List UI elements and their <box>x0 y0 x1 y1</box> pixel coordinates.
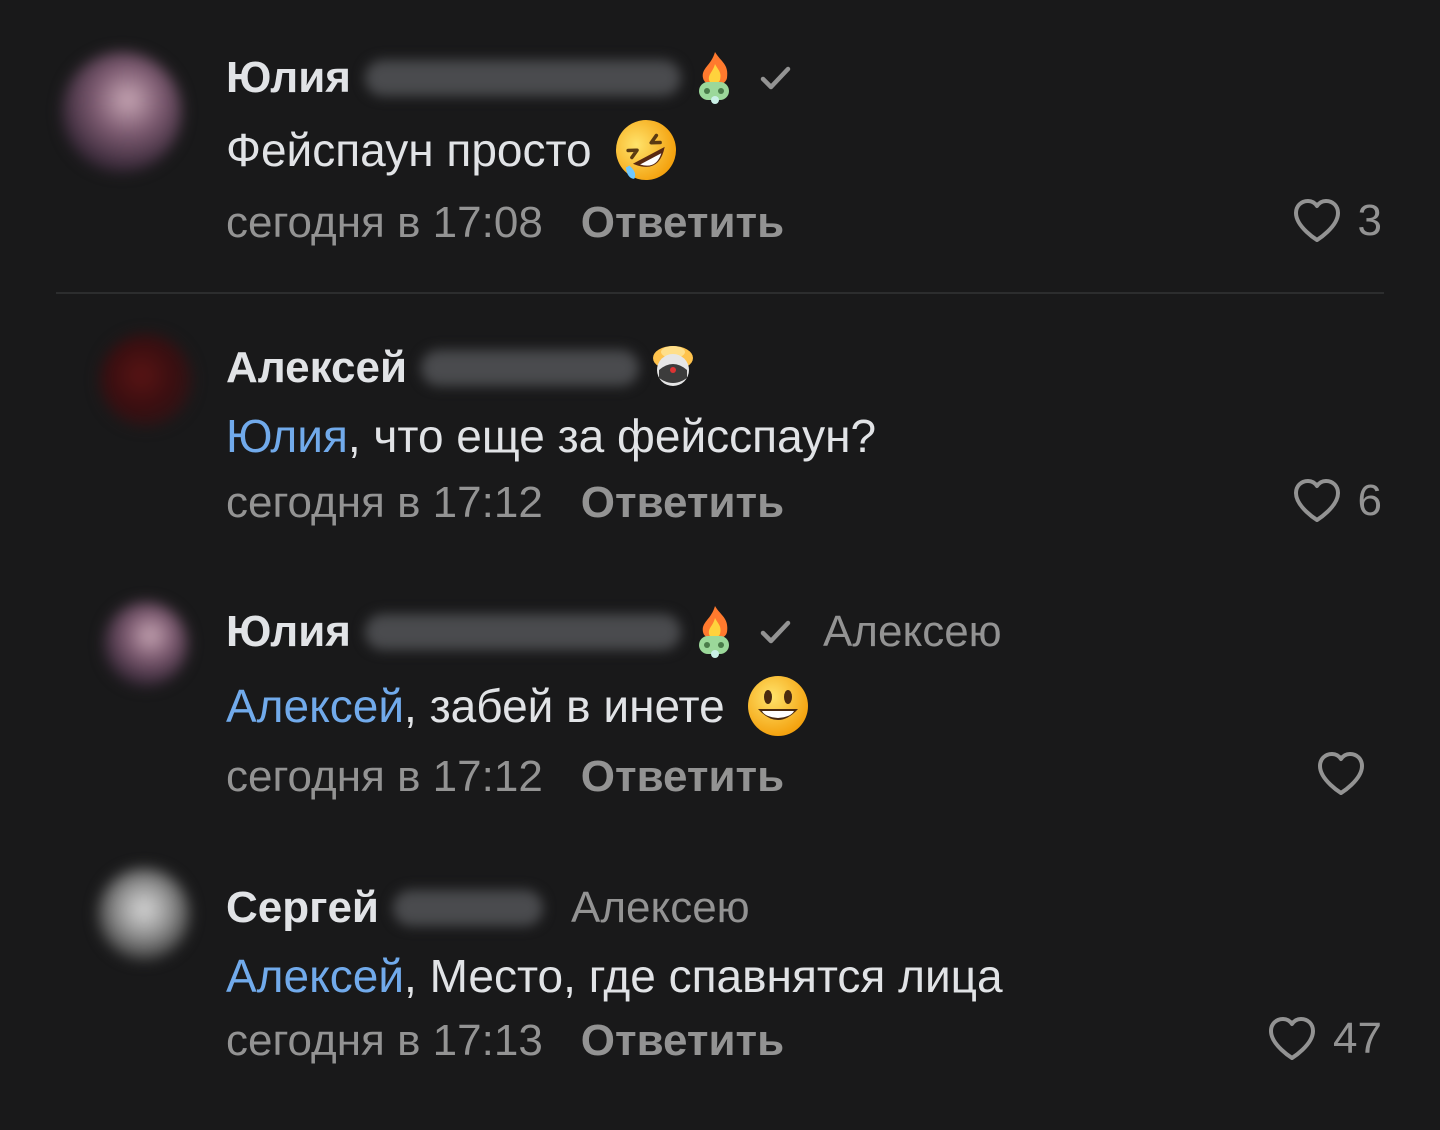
reply-button[interactable]: Ответить <box>581 478 784 527</box>
like-count: 6 <box>1357 476 1382 525</box>
like-button[interactable] <box>1316 750 1382 798</box>
comment-body: , что еще за фейсспаун? <box>347 410 877 462</box>
author-surname-blurred <box>392 890 543 926</box>
avatar[interactable] <box>98 868 190 960</box>
avatar[interactable] <box>100 334 192 426</box>
rolling-on-floor-laughing-icon <box>615 120 676 180</box>
like-button[interactable]: 47 <box>1267 1014 1382 1064</box>
comment-meta: сегодня в 17:12 Ответить <box>226 752 784 802</box>
comment-meta: сегодня в 17:13 Ответить <box>226 1016 784 1066</box>
comment-body: , Место, где спавнятся лица <box>404 950 1003 1002</box>
fire-controller-badge-icon <box>698 52 729 104</box>
grinning-face-icon <box>747 676 808 736</box>
mention-link[interactable]: Алексей <box>226 949 404 1003</box>
reply-button[interactable]: Ответить <box>581 1016 784 1065</box>
like-button[interactable]: 3 <box>1292 196 1382 246</box>
comment-time: сегодня в 17:12 <box>226 478 543 527</box>
avatar[interactable] <box>104 602 188 686</box>
reply-to-label[interactable]: Алексею <box>823 607 1002 657</box>
author-surname-blurred <box>364 614 681 650</box>
name-row: Алексей <box>226 338 701 398</box>
comment-text: Фейспаун просто <box>226 118 680 182</box>
reply-button[interactable]: Ответить <box>581 198 784 247</box>
author-surname-blurred <box>364 60 681 96</box>
heart-outline-icon <box>1293 479 1340 522</box>
author-name[interactable]: Юлия <box>226 53 351 103</box>
reply-button[interactable]: Ответить <box>581 752 784 801</box>
heart-outline-icon <box>1269 1017 1316 1060</box>
fire-controller-badge-icon <box>698 606 729 658</box>
author-name[interactable]: Сергей <box>226 883 379 933</box>
reply-to-label[interactable]: Алексею <box>571 883 750 933</box>
comment-meta: сегодня в 17:08 Ответить <box>226 198 784 248</box>
name-row: Юлия Алексею <box>226 602 1002 662</box>
comment-text: Алексей, забей в инете <box>226 672 811 740</box>
author-name[interactable]: Юлия <box>226 607 351 657</box>
like-button[interactable]: 6 <box>1292 476 1382 526</box>
like-count: 47 <box>1333 1014 1382 1063</box>
like-count: 3 <box>1357 196 1382 245</box>
checkmark-icon <box>760 620 791 644</box>
avatar[interactable] <box>62 52 182 172</box>
heart-outline-icon <box>1318 752 1364 795</box>
comment-time: сегодня в 17:13 <box>226 1016 543 1065</box>
checkmark-icon <box>760 66 791 90</box>
author-name[interactable]: Алексей <box>226 343 407 393</box>
comment-time: сегодня в 17:08 <box>226 198 543 247</box>
comment-body: , забей в инете <box>404 680 725 732</box>
heart-outline-icon <box>1293 199 1340 242</box>
helmet-badge-icon <box>653 346 694 386</box>
name-row: Юлия <box>226 48 795 108</box>
divider <box>56 292 1384 294</box>
comment-meta: сегодня в 17:12 Ответить <box>226 478 784 528</box>
mention-link[interactable]: Юлия <box>226 409 348 463</box>
comment-text: Алексей, Место, где спавнятся лица <box>226 944 1003 1008</box>
author-surname-blurred <box>421 350 640 386</box>
comment-body: Фейспаун просто <box>226 124 592 176</box>
mention-link[interactable]: Алексей <box>226 679 404 733</box>
comment-text: Юлия, что еще за фейсспаун? <box>226 404 876 468</box>
name-row: Сергей Алексею <box>226 878 750 938</box>
comment-time: сегодня в 17:12 <box>226 752 543 801</box>
